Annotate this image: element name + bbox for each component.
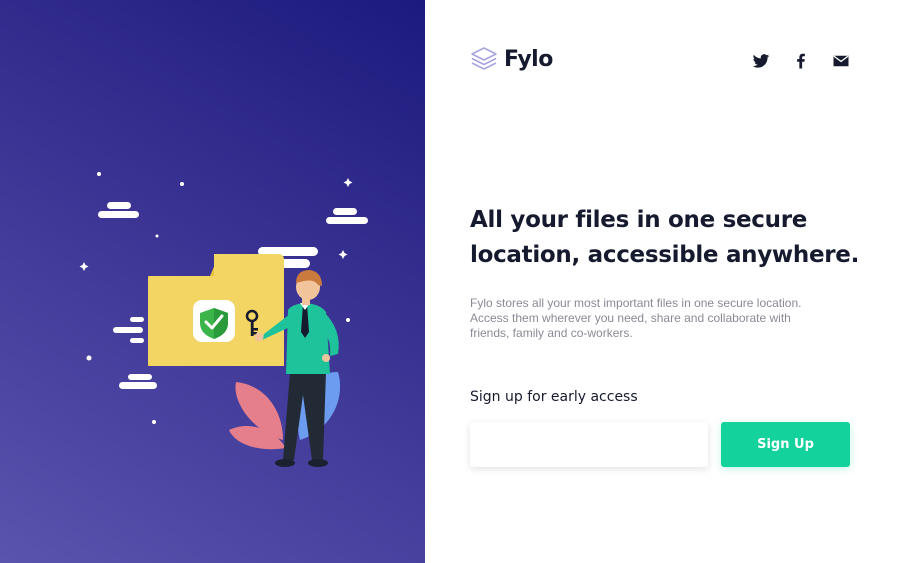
twitter-icon[interactable] — [752, 52, 770, 70]
signup-label: Sign up for early access — [470, 389, 638, 405]
headline-line-1: All your files in one secure — [470, 207, 808, 233]
description: Fylo stores all your most important file… — [470, 296, 802, 340]
brand-logo[interactable]: Fylo — [470, 46, 553, 72]
email-icon[interactable] — [832, 52, 850, 70]
brand-name: Fylo — [504, 46, 553, 72]
hero-illustration-panel — [0, 0, 425, 563]
email-field[interactable] — [470, 422, 708, 467]
facebook-icon[interactable] — [792, 52, 810, 70]
stacked-layers-icon — [471, 47, 497, 70]
headline-line-2: location, accessible anywhere. — [470, 242, 860, 268]
shield-check-icon — [193, 300, 235, 342]
headline: All your files in one secure location, a… — [470, 203, 870, 273]
social-links — [730, 52, 850, 70]
content-panel: Fylo All your files in one secure locati… — [425, 0, 900, 563]
hero-illustration — [79, 172, 368, 467]
signup-button[interactable]: Sign Up — [721, 422, 850, 467]
